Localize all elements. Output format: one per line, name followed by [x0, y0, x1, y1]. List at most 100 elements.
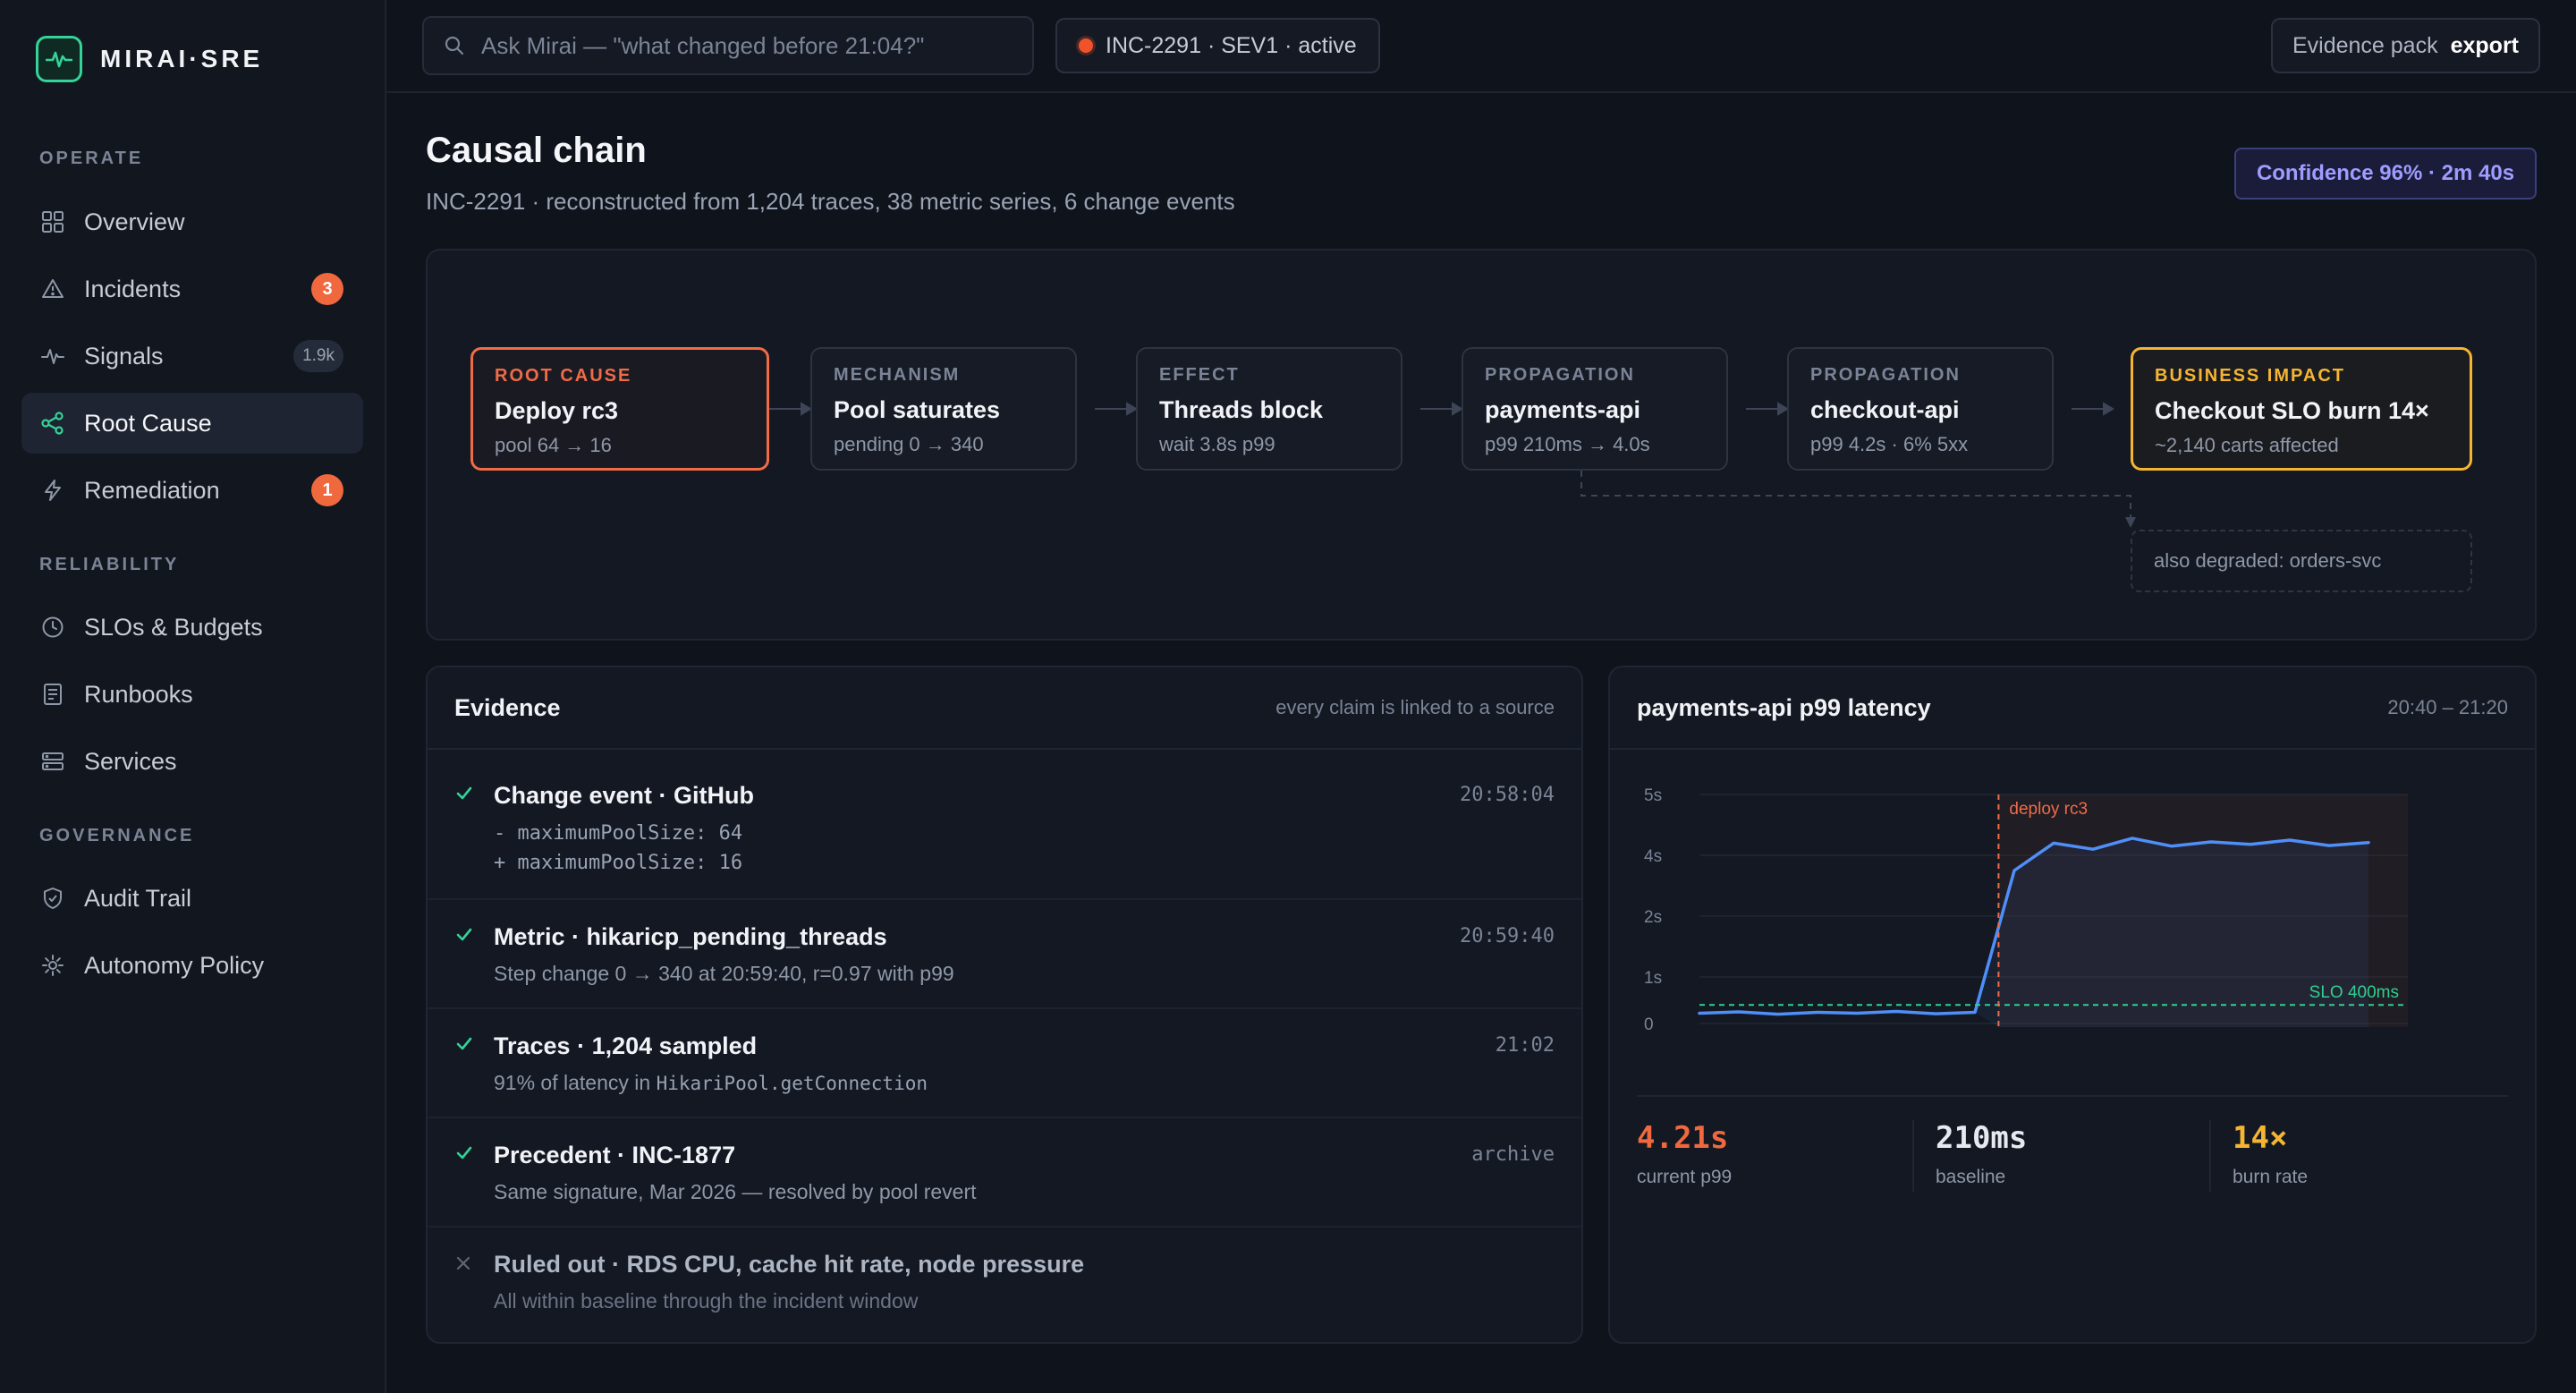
section-label-governance: GOVERNANCE — [39, 826, 195, 845]
latency-chart[interactable]: 5s 4s 2s 1s 0 SLO 400ms deploy rc3 — [1610, 750, 2537, 1108]
brand[interactable]: MIRAI·SRE — [36, 36, 263, 82]
search-placeholder: Ask Mirai — "what changed before 21:04?" — [481, 31, 925, 59]
also-degraded-node[interactable]: also degraded: orders-svc — [2131, 530, 2472, 592]
section-label-reliability: RELIABILITY — [39, 555, 180, 574]
incident-selector[interactable]: INC-2291 · SEV1 · active — [1055, 18, 1380, 73]
share-nodes-icon — [39, 410, 66, 437]
y-tick-label: 5s — [1644, 786, 1662, 805]
stat-value: 14× — [2233, 1120, 2288, 1156]
document-icon — [39, 681, 66, 708]
stat-value: 4.21s — [1637, 1120, 1729, 1156]
evidence-title-text: Change event · GitHub — [494, 782, 755, 809]
chain-node-root-cause[interactable]: ROOT CAUSE Deploy rc3 pool 64 → 16 — [470, 347, 769, 471]
sidebar-item-signals[interactable]: Signals 1.9k — [21, 326, 363, 386]
node-meta: p99 4.2s · 6% 5xx — [1810, 433, 1969, 455]
shield-check-icon — [39, 885, 66, 912]
sidebar-item-root-cause[interactable]: Root Cause — [21, 393, 363, 454]
search-input[interactable]: Ask Mirai — "what changed before 21:04?" — [422, 16, 1034, 75]
node-tag: EFFECT — [1159, 365, 1240, 385]
sidebar-item-remediation[interactable]: Remediation 1 — [21, 460, 363, 521]
latency-header: payments-api p99 latency 20:40 – 21:20 — [1610, 667, 2535, 750]
evidence-row-precedent[interactable]: Precedent · INC-1877 Same signature, Mar… — [428, 1118, 1581, 1227]
y-tick-label: 2s — [1644, 908, 1662, 927]
chain-node-mechanism[interactable]: MECHANISM Pool saturates pending 0 → 340 — [810, 347, 1077, 471]
evidence-detail-code: HikariPool.getConnection — [656, 1073, 928, 1094]
latency-panel: payments-api p99 latency 20:40 – 21:20 5… — [1608, 666, 2537, 1344]
evidence-title-text: Metric · hikaricp_pending_threads — [494, 923, 887, 950]
sidebar-item-label: SLOs & Budgets — [84, 613, 263, 641]
page-title: Causal chain — [426, 131, 647, 170]
status-dot — [1079, 38, 1093, 53]
evidence-time: 20:59:40 — [1460, 925, 1555, 947]
remediation-count-badge: 1 — [311, 474, 343, 506]
stat-burn-rate: 14× burn rate — [2233, 1120, 2308, 1188]
stat-label: current p99 — [1637, 1167, 1733, 1187]
search-icon — [444, 35, 465, 56]
evidence-title-text: Precedent · INC-1877 — [494, 1142, 736, 1168]
evidence-row-traces[interactable]: Traces · 1,204 sampled 91% of latency in… — [428, 1009, 1581, 1118]
evidence-row-metric[interactable]: Metric · hikaricp_pending_threads Step c… — [428, 900, 1581, 1009]
evidence-pack-label: Evidence pack — [2292, 32, 2438, 58]
node-meta: wait 3.8s p99 — [1159, 433, 1275, 455]
sidebar-item-label: Incidents — [84, 275, 182, 302]
latency-title: payments-api p99 latency — [1637, 693, 1931, 721]
incident-label: INC-2291 · SEV1 · active — [1106, 32, 1357, 58]
node-tag: ROOT CAUSE — [495, 366, 632, 386]
node-title: Pool saturates — [834, 396, 1001, 423]
evidence-detail: 91% of latency in HikariPool.getConnecti… — [494, 1071, 1581, 1095]
sidebar-item-audit-trail[interactable]: Audit Trail — [21, 868, 363, 929]
gear-icon — [39, 952, 66, 979]
clock-icon — [39, 614, 66, 641]
evidence-title-text: Ruled out · RDS CPU, cache hit rate, nod… — [494, 1251, 1085, 1278]
check-icon — [454, 925, 474, 949]
check-icon — [454, 784, 474, 808]
sidebar-item-overview[interactable]: Overview — [21, 191, 363, 252]
sidebar-item-incidents[interactable]: Incidents 3 — [21, 259, 363, 319]
sidebar-item-runbooks[interactable]: Runbooks — [21, 664, 363, 725]
y-tick-label: 1s — [1644, 969, 1662, 988]
evidence-title-text: Traces · 1,204 sampled — [494, 1032, 758, 1059]
pulse-icon — [36, 36, 82, 82]
stat-baseline: 210ms baseline — [1936, 1120, 2027, 1188]
sidebar-item-slos-budgets[interactable]: SLOs & Budgets — [21, 597, 363, 658]
stat-value: 210ms — [1936, 1120, 2028, 1156]
latency-range: 20:40 – 21:20 — [2387, 696, 2508, 718]
node-title: Checkout SLO burn 14× — [2155, 397, 2429, 424]
node-meta: p99 210ms → 4.0s — [1485, 433, 1650, 455]
latency-stats: 4.21s current p99 210ms baseline 14× bur… — [1637, 1095, 2508, 1192]
evidence-row-ruled-out[interactable]: Ruled out · RDS CPU, cache hit rate, nod… — [428, 1227, 1581, 1342]
diff-added-line: + maximumPoolSize: 16 — [494, 852, 743, 874]
sidebar-item-label: Runbooks — [84, 680, 193, 708]
evidence-detail: Same signature, Mar 2026 — resolved by p… — [494, 1180, 977, 1203]
chain-node-propagation-checkout[interactable]: PROPAGATION checkout-api p99 4.2s · 6% 5… — [1787, 347, 2054, 471]
sidebar-item-label: Remediation — [84, 476, 220, 504]
node-title: Threads block — [1159, 396, 1324, 423]
chain-node-effect[interactable]: EFFECT Threads block wait 3.8s p99 — [1136, 347, 1402, 471]
node-meta: pool 64 → 16 — [495, 434, 612, 456]
stat-label: burn rate — [2233, 1167, 2309, 1187]
sidebar-item-autonomy-policy[interactable]: Autonomy Policy — [21, 935, 363, 996]
chain-node-business-impact[interactable]: BUSINESS IMPACT Checkout SLO burn 14× ~2… — [2131, 347, 2472, 471]
check-icon — [454, 1034, 474, 1058]
evidence-note: every claim is linked to a source — [1275, 696, 1555, 718]
evidence-detail: Step change 0 → 340 at 20:59:40, r=0.97 … — [494, 962, 954, 985]
evidence-detail-text: 91% of latency in — [494, 1071, 651, 1094]
sidebar-item-label: Signals — [84, 342, 164, 369]
alert-triangle-icon — [39, 276, 66, 302]
evidence-header: Evidence every claim is linked to a sour… — [428, 667, 1581, 750]
evidence-panel: Evidence every claim is linked to a sour… — [426, 666, 1583, 1344]
chart-y-ticks: 5s 4s 2s 1s 0 — [1644, 786, 1662, 1034]
chain-node-propagation-payments[interactable]: PROPAGATION payments-api p99 210ms → 4.0… — [1462, 347, 1728, 471]
node-title: checkout-api — [1810, 396, 1960, 423]
causal-chain-panel: ROOT CAUSE Deploy rc3 pool 64 → 16 MECHA… — [426, 249, 2537, 641]
evidence-time: archive — [1471, 1143, 1555, 1166]
evidence-row-change-event[interactable]: Change event · GitHub - maximumPoolSize:… — [428, 750, 1581, 900]
sidebar-item-label: Root Cause — [84, 409, 212, 437]
diff-removed-line: - maximumPoolSize: 64 — [494, 822, 743, 845]
incidents-count-badge: 3 — [311, 273, 343, 305]
sidebar-item-services[interactable]: Services — [21, 731, 363, 792]
node-tag: PROPAGATION — [1810, 365, 1961, 385]
sidebar-item-label: Overview — [84, 208, 185, 235]
evidence-pack-export-button[interactable]: Evidence pack export — [2270, 18, 2540, 73]
node-tag: PROPAGATION — [1485, 365, 1635, 385]
